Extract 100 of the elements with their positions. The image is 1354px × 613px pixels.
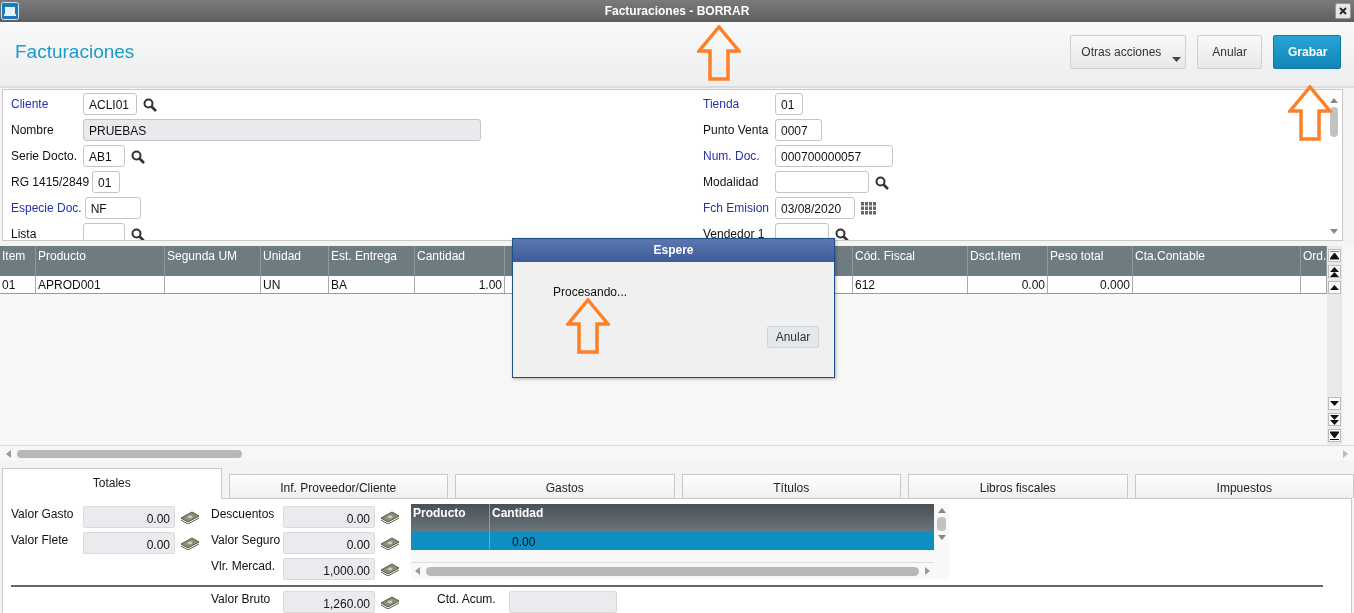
table-row[interactable]: 0.00 <box>411 532 934 550</box>
scroll-bottom-button[interactable] <box>1328 429 1341 442</box>
column-header[interactable]: Est. Entrega <box>329 246 415 276</box>
scroll-down-icon[interactable] <box>937 535 946 540</box>
input-field[interactable] <box>83 223 125 240</box>
scrollbar[interactable] <box>0 445 1354 461</box>
field-label: Lista <box>11 226 38 240</box>
input-field[interactable]: 0.00 <box>83 532 175 554</box>
input-field[interactable]: 0.00 <box>283 532 375 554</box>
input-field[interactable]: 000700000057 <box>775 145 893 167</box>
cancel-button[interactable]: Anular <box>1197 35 1262 69</box>
page-down-button[interactable] <box>1328 413 1341 426</box>
column-header[interactable]: Cód. Fiscal <box>853 246 968 276</box>
field-label: Fch Emision <box>703 200 771 215</box>
page-down-icon <box>1330 414 1339 425</box>
page-up-button[interactable] <box>1328 265 1341 278</box>
scroll-up-button[interactable] <box>1328 281 1341 294</box>
scrollbar[interactable] <box>411 562 934 579</box>
field-label: Serie Docto. <box>11 148 79 163</box>
annotation-arrow-icon <box>697 25 741 81</box>
input-field[interactable]: 0.00 <box>283 506 375 528</box>
tab[interactable]: Totales <box>2 468 222 499</box>
search-icon[interactable] <box>131 150 145 164</box>
field-label: Especie Doc. <box>11 200 83 215</box>
table-cell: 612 <box>853 276 968 293</box>
tab[interactable]: Gastos <box>455 474 675 498</box>
input-field[interactable]: AB1 <box>83 145 125 167</box>
money-icon[interactable] <box>380 510 400 524</box>
field-label: RG 1415/2849 <box>11 174 91 189</box>
annotation-arrow-icon <box>566 298 610 354</box>
input-field[interactable]: 03/08/2020 <box>775 197 855 219</box>
scroll-left-icon[interactable] <box>415 567 420 575</box>
window-title: Facturaciones - BORRAR <box>604 4 750 18</box>
column-header[interactable]: Cta.Contable <box>1133 246 1301 276</box>
tab[interactable]: Títulos <box>681 474 901 498</box>
page-up-icon <box>1330 266 1339 277</box>
scroll-right-icon[interactable] <box>925 567 930 575</box>
money-icon[interactable] <box>380 536 400 550</box>
scroll-left-icon[interactable] <box>6 449 11 458</box>
column-header[interactable]: Cantidad <box>415 246 505 276</box>
input-field[interactable]: 01 <box>775 93 803 115</box>
field-label: Ctd. Acum. <box>437 591 497 606</box>
close-icon <box>1339 7 1347 15</box>
scroll-thumb[interactable] <box>937 517 946 531</box>
window-icon <box>1 2 19 20</box>
close-button[interactable] <box>1335 3 1351 19</box>
scroll-down-icon <box>1330 401 1339 406</box>
column-header[interactable]: Unidad <box>261 246 329 276</box>
input-field[interactable]: NF <box>84 197 141 219</box>
money-icon[interactable] <box>380 562 400 576</box>
column-header[interactable]: Segunda UM <box>165 246 261 276</box>
table-cell: 0.00 <box>968 276 1048 293</box>
tab[interactable]: Libros fiscales <box>908 474 1128 498</box>
scroll-down-button[interactable] <box>1328 397 1341 410</box>
scroll-down-icon[interactable] <box>1330 229 1338 234</box>
column-header[interactable]: Cantidad <box>490 504 934 532</box>
scroll-thumb[interactable] <box>426 566 919 576</box>
field-label: Valor Bruto <box>211 591 272 606</box>
input-field[interactable]: ACLI01 <box>83 93 137 115</box>
column-header[interactable]: Peso total <box>1048 246 1133 276</box>
dialog-title: Espere <box>513 239 834 262</box>
search-icon[interactable] <box>131 228 145 240</box>
cancel-button[interactable]: Anular <box>767 326 819 348</box>
field-label: Punto Venta <box>703 122 770 137</box>
calendar-icon[interactable] <box>861 202 877 215</box>
field-label: Vlr. Mercad. <box>211 558 277 573</box>
scroll-up-icon[interactable] <box>937 508 946 513</box>
money-icon[interactable] <box>180 510 200 524</box>
annotation-arrow-icon <box>1288 85 1332 141</box>
scroll-up-icon[interactable] <box>1330 98 1338 103</box>
input-field[interactable]: 0.00 <box>83 506 175 528</box>
input-field[interactable]: 1,000.00 <box>283 558 375 580</box>
input-field[interactable]: 0007 <box>775 119 822 141</box>
input-field[interactable]: 1,260.00 <box>283 591 375 613</box>
field-label: Valor Flete <box>11 532 70 547</box>
column-header[interactable]: Ord. <box>1301 246 1327 276</box>
table-cell: 01 <box>0 276 36 293</box>
input-field[interactable] <box>509 591 617 613</box>
search-icon[interactable] <box>835 228 849 240</box>
caret-icon <box>1172 57 1182 62</box>
tab[interactable]: Inf. Proveedor/Cliente <box>228 474 448 498</box>
scroll-top-button[interactable] <box>1328 249 1341 262</box>
money-icon[interactable] <box>180 536 200 550</box>
scroll-bottom-icon <box>1330 431 1339 440</box>
search-icon[interactable] <box>875 176 889 190</box>
field-label: Cliente <box>11 96 50 111</box>
column-header[interactable]: Dsct.Item <box>968 246 1048 276</box>
table-cell: 1.00 <box>415 276 505 293</box>
scroll-thumb[interactable] <box>17 449 242 458</box>
money-icon[interactable] <box>380 595 400 609</box>
field-label: Num. Doc. <box>703 148 761 163</box>
more-actions-button[interactable]: Otras acciones <box>1070 35 1187 69</box>
column-header[interactable]: Producto <box>36 246 165 276</box>
field-label: Nombre <box>11 122 55 137</box>
column-header[interactable]: Item <box>0 246 36 276</box>
search-icon[interactable] <box>143 98 157 112</box>
scroll-thumb[interactable] <box>1330 107 1338 137</box>
tab[interactable]: Impuestos <box>1134 474 1354 498</box>
input-field[interactable] <box>775 171 869 193</box>
input-field[interactable]: 01 <box>92 171 121 193</box>
